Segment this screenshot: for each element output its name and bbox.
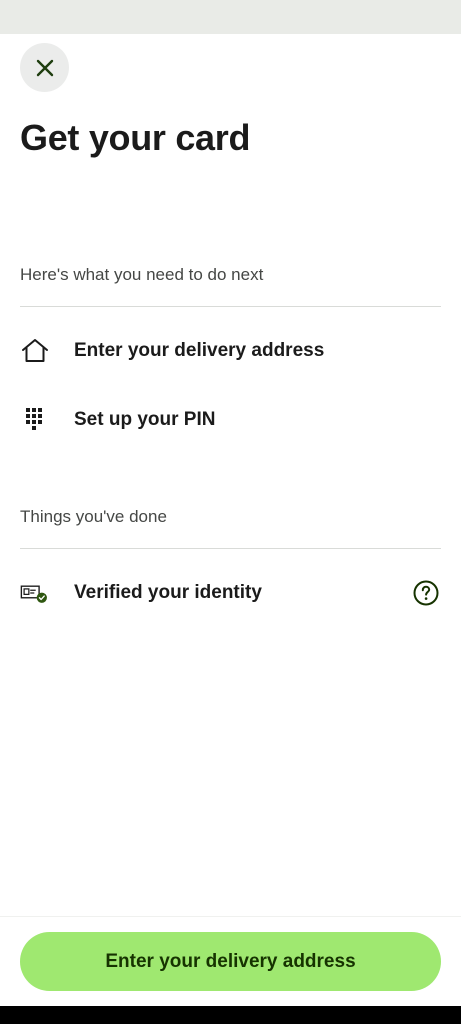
id-card-check-icon (20, 578, 50, 608)
todo-item-set-pin[interactable]: Set up your PIN (20, 400, 441, 440)
done-item-label: Verified your identity (74, 582, 262, 603)
close-icon (36, 59, 53, 76)
page-title: Get your card (20, 117, 251, 158)
home-icon (20, 336, 50, 366)
todo-item-delivery-address[interactable]: Enter your delivery address (20, 331, 441, 371)
done-divider (20, 548, 441, 549)
question-circle-icon[interactable] (413, 580, 439, 606)
todo-divider (20, 306, 441, 307)
keypad-icon (20, 405, 50, 435)
todo-item-label: Set up your PIN (74, 409, 216, 430)
todo-item-label: Enter your delivery address (74, 340, 325, 361)
system-navigation-bar (0, 1006, 461, 1024)
done-item-verified-identity[interactable]: Verified your identity (20, 573, 441, 613)
status-bar (0, 0, 461, 34)
enter-delivery-address-button[interactable]: Enter your delivery address (20, 932, 441, 991)
done-section-heading: Things you've done (20, 507, 167, 526)
todo-section-heading: Here's what you need to do next (20, 265, 264, 284)
close-button[interactable] (20, 43, 69, 92)
